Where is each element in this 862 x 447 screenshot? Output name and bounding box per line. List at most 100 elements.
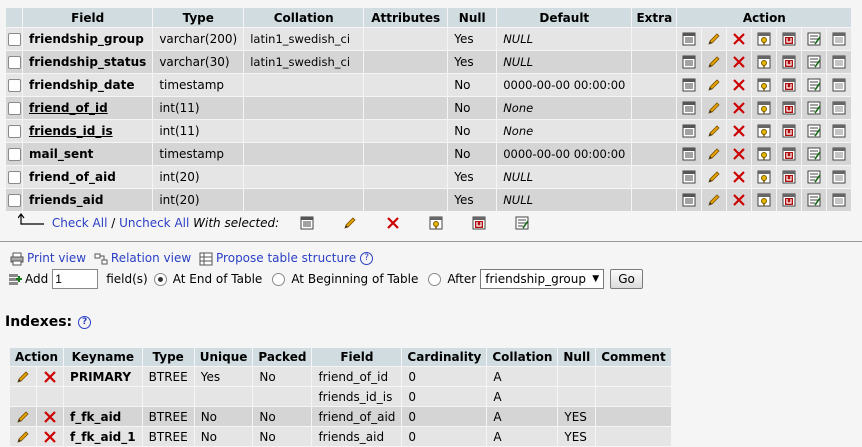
primary-key-icon[interactable]	[757, 193, 771, 207]
fulltext-icon[interactable]	[832, 147, 846, 161]
row-checkbox[interactable]	[7, 171, 21, 184]
header-type[interactable]: Type	[153, 8, 244, 27]
field-count-input[interactable]	[52, 269, 99, 289]
primary-key-icon[interactable]	[757, 55, 771, 69]
edit-pencil-icon[interactable]	[707, 78, 721, 92]
fulltext-icon[interactable]	[832, 55, 846, 69]
unique-icon[interactable]	[472, 216, 486, 230]
index-icon[interactable]	[807, 147, 821, 161]
propose-structure-link[interactable]: Propose table structure	[216, 251, 356, 265]
unique-icon[interactable]	[782, 147, 796, 161]
go-button[interactable]: Go	[610, 269, 643, 289]
row-checkbox[interactable]	[7, 79, 21, 92]
index-icon[interactable]	[807, 55, 821, 69]
header-extra[interactable]: Extra	[632, 8, 677, 27]
beginning-of-table-radio[interactable]	[272, 272, 286, 286]
edit-pencil-icon[interactable]	[707, 170, 721, 184]
index-icon[interactable]	[807, 32, 821, 46]
fulltext-icon[interactable]	[832, 170, 846, 184]
unique-icon[interactable]	[782, 170, 796, 184]
primary-key-icon[interactable]	[757, 101, 771, 115]
browse-icon[interactable]	[682, 78, 696, 92]
delete-x-icon[interactable]	[43, 430, 57, 444]
row-checkbox[interactable]	[7, 148, 21, 161]
indexes-help-icon[interactable]: ?	[78, 315, 92, 329]
delete-x-icon[interactable]	[732, 170, 746, 184]
browse-icon[interactable]	[682, 124, 696, 138]
index-icon[interactable]	[807, 101, 821, 115]
delete-x-icon[interactable]	[386, 216, 400, 230]
unique-icon[interactable]	[782, 124, 796, 138]
unique-icon[interactable]	[782, 55, 796, 69]
edit-pencil-icon[interactable]	[707, 55, 721, 69]
delete-x-icon[interactable]	[732, 124, 746, 138]
end-of-table-radio[interactable]	[153, 272, 167, 286]
index-icon[interactable]	[807, 78, 821, 92]
edit-pencil-icon[interactable]	[707, 124, 721, 138]
field-name[interactable]: friends_id_is	[29, 124, 113, 138]
unique-icon[interactable]	[782, 32, 796, 46]
end-of-table-label[interactable]: At End of Table	[173, 268, 263, 290]
index-icon[interactable]	[807, 193, 821, 207]
delete-x-icon[interactable]	[43, 370, 57, 384]
delete-x-icon[interactable]	[732, 101, 746, 115]
row-checkbox[interactable]	[7, 194, 21, 207]
row-checkbox[interactable]	[7, 56, 21, 69]
unique-icon[interactable]	[782, 78, 796, 92]
edit-pencil-icon[interactable]	[16, 370, 30, 384]
edit-pencil-icon[interactable]	[16, 430, 30, 444]
after-label[interactable]: After	[447, 268, 476, 290]
browse-icon[interactable]	[682, 193, 696, 207]
edit-pencil-icon[interactable]	[16, 410, 30, 424]
check-all-link[interactable]: Check All	[52, 216, 108, 230]
after-field-select[interactable]: friendship_group ▼	[480, 269, 605, 289]
uncheck-all-link[interactable]: Uncheck All	[119, 216, 189, 230]
browse-icon[interactable]	[682, 101, 696, 115]
primary-key-icon[interactable]	[757, 124, 771, 138]
unique-icon[interactable]	[782, 193, 796, 207]
header-null[interactable]: Null	[448, 8, 497, 27]
browse-icon[interactable]	[682, 55, 696, 69]
browse-icon[interactable]	[682, 170, 696, 184]
edit-pencil-icon[interactable]	[343, 216, 357, 230]
index-icon[interactable]	[515, 216, 529, 230]
relation-icon[interactable]	[94, 252, 108, 266]
beginning-of-table-label[interactable]: At Beginning of Table	[291, 268, 418, 290]
header-attributes[interactable]: Attributes	[364, 8, 448, 27]
fulltext-icon[interactable]	[832, 101, 846, 115]
unique-icon[interactable]	[782, 101, 796, 115]
header-field[interactable]: Field	[23, 8, 153, 27]
delete-x-icon[interactable]	[732, 193, 746, 207]
delete-x-icon[interactable]	[732, 32, 746, 46]
primary-key-icon[interactable]	[757, 78, 771, 92]
propose-structure-icon[interactable]	[199, 252, 213, 266]
print-icon[interactable]	[10, 252, 24, 266]
primary-key-icon[interactable]	[757, 147, 771, 161]
browse-icon[interactable]	[300, 216, 314, 230]
edit-pencil-icon[interactable]	[707, 147, 721, 161]
edit-pencil-icon[interactable]	[707, 32, 721, 46]
header-collation[interactable]: Collation	[244, 8, 364, 27]
fulltext-icon[interactable]	[832, 78, 846, 92]
index-icon[interactable]	[807, 170, 821, 184]
edit-pencil-icon[interactable]	[707, 101, 721, 115]
fulltext-icon[interactable]	[832, 32, 846, 46]
primary-key-icon[interactable]	[757, 32, 771, 46]
row-checkbox[interactable]	[7, 102, 21, 115]
delete-x-icon[interactable]	[43, 410, 57, 424]
header-default[interactable]: Default	[497, 8, 632, 27]
after-radio[interactable]	[428, 272, 442, 286]
delete-x-icon[interactable]	[732, 78, 746, 92]
primary-key-icon[interactable]	[429, 216, 443, 230]
row-checkbox[interactable]	[7, 33, 21, 46]
fulltext-icon[interactable]	[832, 193, 846, 207]
primary-key-icon[interactable]	[757, 170, 771, 184]
row-checkbox[interactable]	[7, 125, 21, 138]
browse-icon[interactable]	[682, 32, 696, 46]
relation-view-link[interactable]: Relation view	[111, 251, 191, 265]
help-icon[interactable]: ?	[360, 252, 374, 265]
delete-x-icon[interactable]	[732, 147, 746, 161]
index-icon[interactable]	[807, 124, 821, 138]
delete-x-icon[interactable]	[732, 55, 746, 69]
edit-pencil-icon[interactable]	[707, 193, 721, 207]
